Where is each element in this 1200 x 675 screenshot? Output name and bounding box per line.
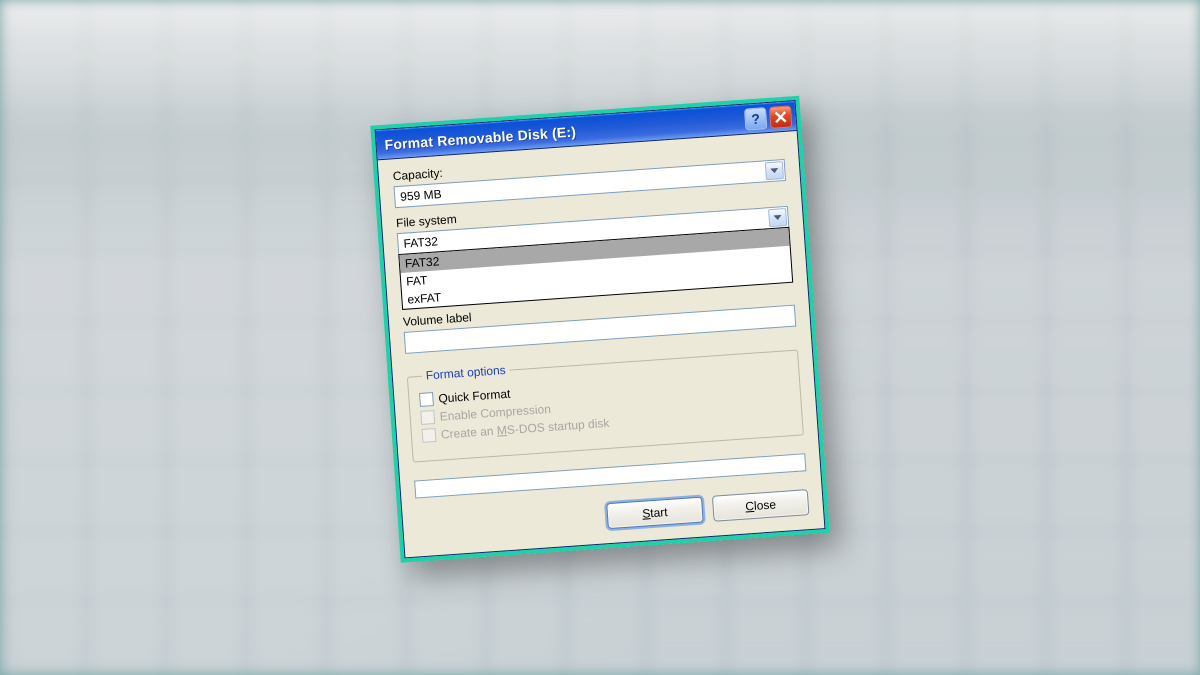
dialog-highlight-frame: Format Removable Disk (E:) ? Capacity: 9… [370,95,830,562]
quick-format-checkbox[interactable] [419,392,434,407]
chevron-down-icon [770,167,778,174]
close-button[interactable] [769,104,792,127]
close-icon [774,110,787,123]
format-progress-bar [414,453,806,498]
format-options-legend: Format options [421,362,510,382]
filesystem-value: FAT32 [403,234,438,250]
dialog-body: Capacity: 959 MB File system FAT32 FAT32… [378,131,825,557]
help-button[interactable]: ? [744,106,767,129]
close-dialog-button[interactable]: Close [712,489,810,522]
capacity-value: 959 MB [400,186,442,203]
msdos-startup-checkbox [422,427,437,442]
filesystem-dropdown-button[interactable] [768,207,787,226]
chevron-down-icon [773,214,781,221]
help-icon: ? [751,110,761,127]
capacity-dropdown-button[interactable] [765,161,784,180]
enable-compression-label: Enable Compression [439,401,551,423]
dialog-footer: Start Close [417,489,810,542]
titlebar-buttons: ? [744,104,792,129]
enable-compression-checkbox [420,410,435,425]
quick-format-label: Quick Format [438,386,511,405]
format-options-group: Format options Quick Format Enable Compr… [406,342,804,462]
format-dialog-window: Format Removable Disk (E:) ? Capacity: 9… [375,100,826,558]
start-button[interactable]: Start [606,496,704,529]
